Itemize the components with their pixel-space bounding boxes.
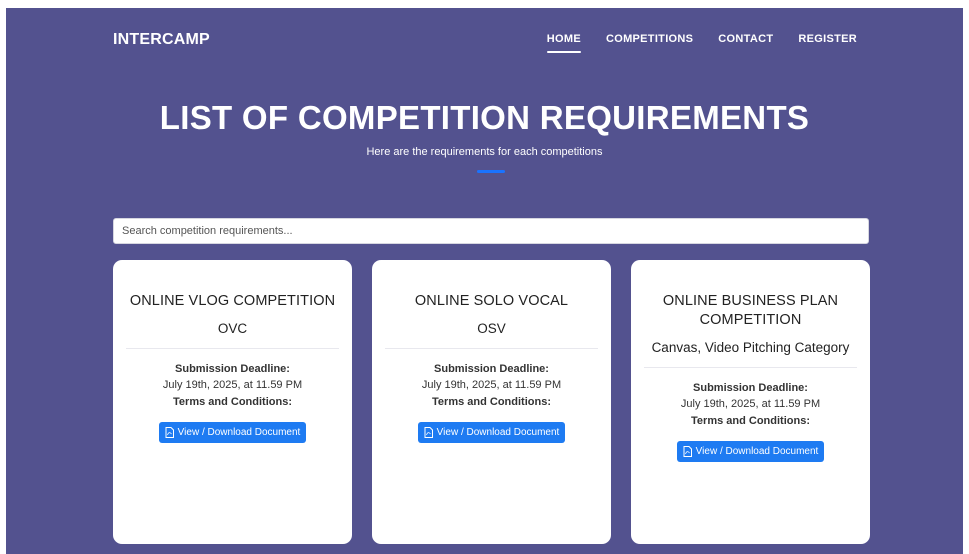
file-pdf-icon — [165, 427, 174, 438]
deadline-value: July 19th, 2025, at 11.59 PM — [680, 398, 821, 410]
view-download-document-button[interactable]: View / Download Document — [417, 422, 566, 443]
nav-competitions[interactable]: COMPETITIONS — [606, 33, 693, 51]
file-pdf-icon — [683, 446, 692, 457]
card-code: OSV — [477, 321, 506, 336]
nav-home[interactable]: HOME — [546, 33, 582, 53]
button-label: View / Download Document — [177, 427, 301, 438]
card-category: Canvas, Video Pitching Category — [651, 340, 850, 355]
card-divider — [644, 367, 857, 368]
page-subtitle: Here are the requirements for each compe… — [366, 146, 603, 158]
page-title: LIST OF COMPETITION REQUIREMENTS — [159, 99, 810, 136]
card-title: ONLINE VLOG COMPETITION — [129, 293, 336, 309]
card-title: ONLINE SOLO VOCAL — [414, 293, 569, 309]
main-nav: HOME COMPETITIONS CONTACT REGISTER — [546, 33, 857, 53]
title-accent-divider — [477, 170, 505, 173]
competition-card-osv: ONLINE SOLO VOCAL OSV Submission Deadlin… — [372, 260, 611, 544]
button-label: View / Download Document — [436, 427, 560, 438]
card-title: ONLINE BUSINESS PLAN COMPETITION — [662, 293, 839, 328]
competition-card-ovc: ONLINE VLOG COMPETITION OVC Submission D… — [113, 260, 352, 544]
card-divider — [385, 348, 598, 349]
deadline-label: Submission Deadline: — [693, 382, 808, 394]
file-pdf-icon — [424, 427, 433, 438]
nav-register[interactable]: REGISTER — [798, 33, 857, 51]
search-input[interactable] — [113, 218, 869, 244]
deadline-label: Submission Deadline: — [175, 363, 290, 375]
competition-card-obpc: ONLINE BUSINESS PLAN COMPETITION Canvas,… — [631, 260, 870, 544]
page-background: INTERCAMP HOME COMPETITIONS CONTACT REGI… — [6, 8, 963, 554]
brand-logo[interactable]: INTERCAMP — [113, 31, 210, 49]
view-download-document-button[interactable]: View / Download Document — [676, 441, 825, 462]
terms-label: Terms and Conditions: — [432, 396, 551, 408]
deadline-value: July 19th, 2025, at 11.59 PM — [162, 379, 303, 391]
card-divider — [126, 348, 339, 349]
nav-contact[interactable]: CONTACT — [718, 33, 773, 51]
deadline-value: July 19th, 2025, at 11.59 PM — [421, 379, 562, 391]
view-download-document-button[interactable]: View / Download Document — [158, 422, 307, 443]
deadline-label: Submission Deadline: — [434, 363, 549, 375]
button-label: View / Download Document — [695, 446, 819, 457]
terms-label: Terms and Conditions: — [691, 415, 810, 427]
terms-label: Terms and Conditions: — [173, 396, 292, 408]
card-code: OVC — [217, 321, 248, 336]
